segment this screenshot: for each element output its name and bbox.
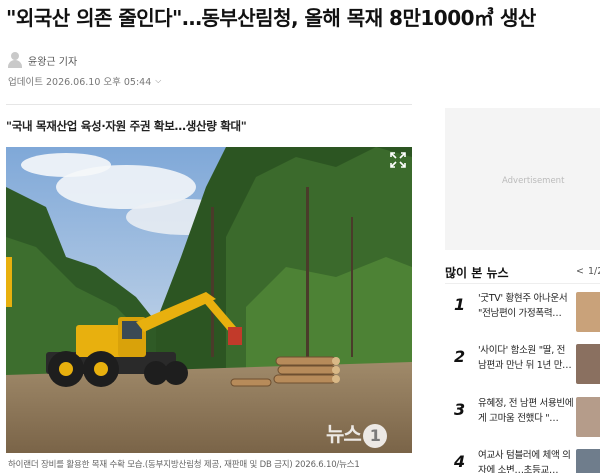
news-thumbnail[interactable]	[576, 397, 600, 437]
expand-icon[interactable]	[389, 151, 407, 169]
popular-news-item[interactable]: 4 여교사 텀블러에 체액 의자에 소변…초등교…	[445, 446, 600, 473]
popular-news-item[interactable]: 1 '굿TV' 황현주 아나운서 "전남편이 가정폭력…	[445, 289, 600, 337]
popular-news-item[interactable]: 3 유혜정, 전 남편 서용빈에게 고마움 전했다 "…	[445, 394, 600, 442]
divider	[445, 283, 600, 284]
news-title[interactable]: 여교사 텀블러에 체액 의자에 소변…초등교…	[478, 448, 576, 473]
article-photo[interactable]	[6, 147, 412, 453]
popular-news-title: 많이 본 뉴스	[445, 266, 509, 280]
photo-caption: 하이랜더 장비를 활용한 목재 수확 모습.(동부지방산림청 제공, 재판매 및…	[8, 460, 360, 470]
chevron-left-icon[interactable]: <	[576, 266, 584, 277]
forest-harvest-photo	[6, 147, 412, 453]
news-thumbnail[interactable]	[576, 449, 600, 473]
news-thumbnail[interactable]	[576, 344, 600, 384]
update-timestamp[interactable]: 업데이트 2026.06.10 오후 05:44 ⌵	[8, 74, 161, 88]
news-rank: 2	[454, 347, 466, 366]
news-rank: 1	[454, 295, 466, 314]
news1-watermark-logo: 뉴스 1	[326, 418, 387, 448]
news-title[interactable]: '사이다' 함소원 "딸, 전 남편과 만난 뒤 1년 만…	[478, 343, 576, 373]
chevron-down-icon[interactable]: ⌵	[155, 76, 161, 86]
article-headline: "외국산 의존 줄인다"…동부산림청, 올해 목재 8만1000㎥ 생산	[6, 6, 536, 30]
news-rank: 3	[454, 400, 466, 419]
popular-news-pager: <1/2	[576, 266, 600, 277]
popular-news-item[interactable]: 2 '사이다' 함소원 "딸, 전 남편과 만난 뒤 1년 만…	[445, 341, 600, 389]
news-thumbnail[interactable]	[576, 292, 600, 332]
byline: 윤왕근 기자	[8, 52, 77, 68]
news-title[interactable]: '굿TV' 황현주 아나운서 "전남편이 가정폭력…	[478, 291, 576, 321]
news-title[interactable]: 유혜정, 전 남편 서용빈에게 고마움 전했다 "…	[478, 396, 576, 426]
divider	[6, 104, 412, 105]
news-rank: 4	[454, 452, 466, 471]
advertisement-label: Advertisement	[502, 176, 565, 186]
pager-count: 1/2	[587, 266, 600, 277]
article-subheading: "국내 목재산업 육성·자원 주권 확보…생산량 확대"	[6, 119, 247, 133]
reporter-avatar-icon	[8, 52, 22, 68]
update-timestamp-text: 업데이트 2026.06.10 오후 05:44	[8, 77, 152, 88]
reporter-name[interactable]: 윤왕근 기자	[28, 53, 77, 68]
